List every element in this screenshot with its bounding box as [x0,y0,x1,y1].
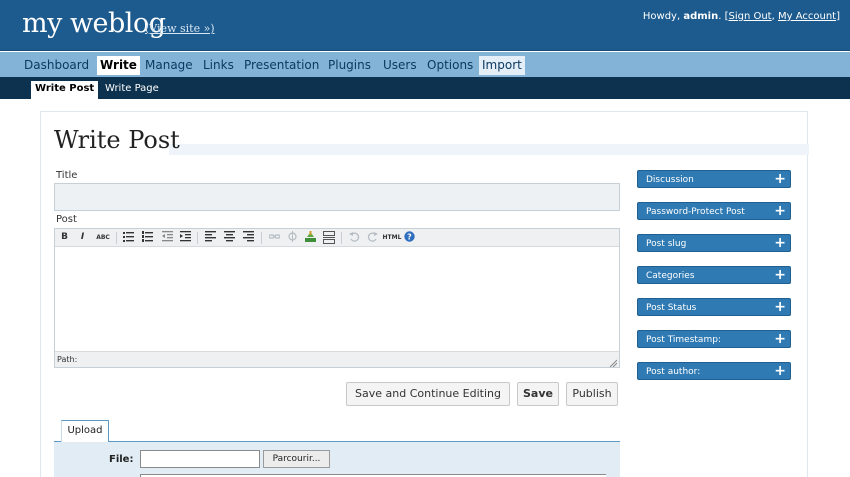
user-bar: Howdy, admin. [Sign Out, My Account] [643,11,840,22]
panel-title: Post Timestamp: [646,335,721,345]
plus-icon[interactable]: + [774,171,786,188]
menu-item-links[interactable]: Links [200,56,237,75]
strikethrough-icon[interactable]: ABC [95,231,111,244]
bullet-list-icon[interactable] [122,231,135,244]
menu-item-import[interactable]: Import [479,56,525,75]
link-icon[interactable] [268,231,281,244]
tab-upload[interactable]: Upload [61,420,109,443]
path-label: Path: [57,355,78,364]
view-site-link[interactable]: (View site ») [145,22,215,35]
title-label: Title [56,170,78,181]
menu-item-plugins[interactable]: Plugins [325,56,374,75]
menu-item-options[interactable]: Options [424,56,476,75]
panel-title: Post Status [646,303,697,313]
toolbar-separator [261,232,262,244]
panel-post-slug[interactable]: Post slug + [637,234,791,252]
sub-menu: Write Post Write Page [0,77,850,99]
editor-toolbar: B I ABC HTML ? [55,229,619,247]
editor-path-bar: Path: [55,351,619,368]
admin-header: my weblog (View site ») Howdy, admin. [S… [0,0,850,51]
panel-title: Categories [646,271,695,281]
page-title: Write Post [54,126,180,154]
plus-icon[interactable]: + [774,203,786,220]
post-content-area[interactable] [55,248,619,351]
panel-password-protect[interactable]: Password-Protect Post + [637,202,791,220]
title-input[interactable] [54,183,620,211]
main-menu: Dashboard Write Manage Links Presentatio… [0,52,850,77]
indent-icon[interactable] [179,231,192,244]
more-icon[interactable] [322,231,335,244]
howdy-text: Howdy, [642,11,681,22]
undo-icon[interactable] [348,231,361,244]
panel-discussion[interactable]: Discussion + [637,170,791,188]
align-left-icon[interactable] [204,231,217,244]
panel-post-status[interactable]: Post Status + [637,298,791,316]
toolbar-separator [197,232,198,244]
plus-icon[interactable]: + [774,331,786,348]
panel-categories[interactable]: Categories + [637,266,791,284]
my-account-link[interactable]: My Account [778,11,836,22]
outdent-icon[interactable] [161,231,174,244]
browse-button[interactable]: Parcourir... [263,450,330,468]
separator: , [771,11,775,22]
plus-icon[interactable]: + [774,267,786,284]
panel-post-author[interactable]: Post author: + [637,362,791,380]
panel-title: Post author: [646,367,701,377]
toolbar-separator [116,232,117,244]
menu-item-users[interactable]: Users [380,56,420,75]
redo-icon[interactable] [366,231,379,244]
menu-item-presentation[interactable]: Presentation [241,56,322,75]
resize-handle-icon[interactable] [609,357,618,368]
svg-text:?: ? [407,233,412,242]
username: admin [683,11,719,22]
bracket-close: ] [836,11,840,22]
submenu-item-write-post[interactable]: Write Post [31,81,99,99]
panel-title: Password-Protect Post [646,207,745,217]
panel-post-timestamp[interactable]: Post Timestamp: + [637,330,791,348]
file-input[interactable] [140,450,260,468]
align-right-icon[interactable] [242,231,255,244]
save-button[interactable]: Save [517,382,559,406]
html-icon[interactable]: HTML [382,231,402,244]
menu-item-write[interactable]: Write [97,56,140,75]
content-wrap: Write Post Title Post B I ABC HTML ? Pat… [40,111,809,477]
submenu-item-write-page[interactable]: Write Page [101,81,163,99]
menu-item-manage[interactable]: Manage [142,56,196,75]
site-title: my weblog [22,8,166,39]
plus-icon[interactable]: + [774,299,786,316]
post-editor: B I ABC HTML ? Path: [54,228,620,368]
file-label: File: [109,454,134,465]
unlink-icon[interactable] [286,231,299,244]
sign-out-link[interactable]: Sign Out [728,11,771,22]
toolbar-separator [341,232,342,244]
plus-icon[interactable]: + [774,235,786,252]
panel-title: Post slug [646,239,687,249]
help-icon[interactable]: ? [403,231,416,244]
post-label: Post [56,214,77,225]
period-text: . [718,11,722,22]
italic-icon[interactable]: I [76,231,89,244]
bold-icon[interactable]: B [58,231,71,244]
upload-panel: File: Parcourir... [54,442,620,477]
panel-title: Discussion [646,175,694,185]
image-icon[interactable] [304,231,317,244]
upload-tab-bar: Upload [54,420,620,443]
align-center-icon[interactable] [223,231,236,244]
numbered-list-icon[interactable] [141,231,154,244]
publish-button[interactable]: Publish [566,382,618,406]
plus-icon[interactable]: + [774,363,786,380]
menu-item-dashboard[interactable]: Dashboard [21,56,92,75]
save-continue-button[interactable]: Save and Continue Editing [346,382,510,406]
title-rule [169,144,809,155]
